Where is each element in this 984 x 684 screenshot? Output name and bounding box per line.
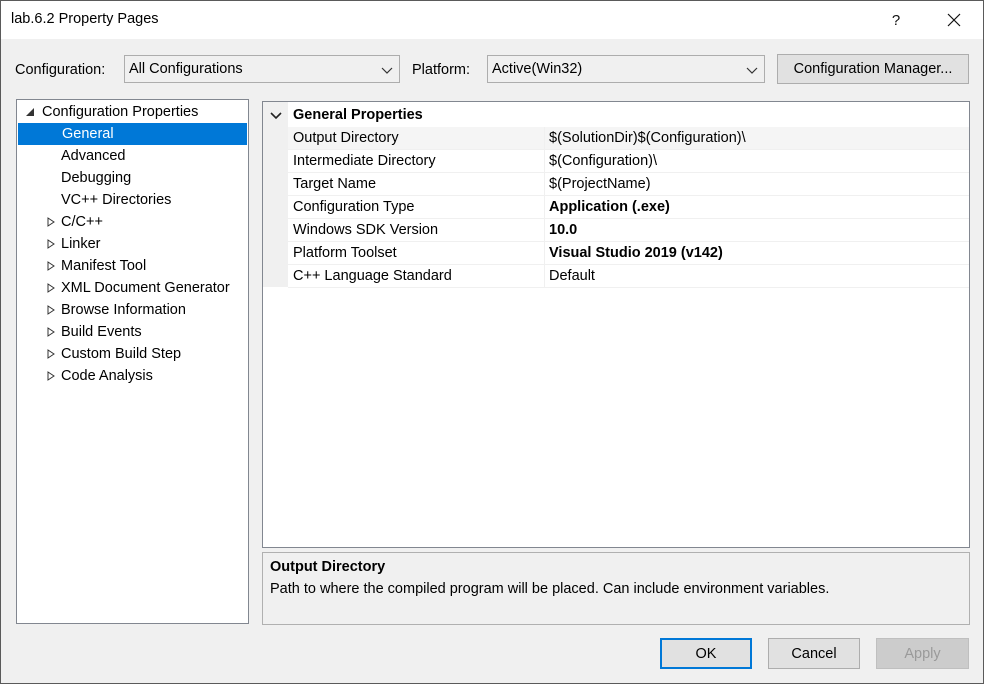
property-name: C++ Language Standard (293, 268, 452, 284)
tree-item-label: General (62, 126, 114, 142)
property-value[interactable]: $(Configuration)\ (549, 153, 657, 169)
tree-item-label: XML Document Generator (61, 280, 230, 296)
column-divider (544, 150, 545, 172)
property-row[interactable]: C++ Language Standard Default (288, 265, 969, 288)
column-divider (544, 219, 545, 241)
description-panel: Output Directory Path to where the compi… (262, 552, 970, 625)
ok-button[interactable]: OK (660, 638, 752, 669)
tree-item[interactable]: Browse Information (17, 299, 248, 321)
tree-item[interactable]: General (18, 123, 247, 145)
property-row[interactable]: Windows SDK Version 10.0 (288, 219, 969, 242)
close-icon (947, 13, 961, 27)
expanded-chevron-icon (270, 112, 282, 120)
property-name: Target Name (293, 176, 377, 192)
help-icon: ? (891, 11, 901, 29)
property-value[interactable]: Visual Studio 2019 (v142) (549, 245, 723, 261)
property-name: Windows SDK Version (293, 222, 439, 238)
grid-gutter (263, 102, 288, 287)
column-divider (544, 127, 545, 149)
expand-triangle-icon (47, 261, 55, 271)
column-divider (544, 265, 545, 287)
column-divider (544, 196, 545, 218)
property-name: Output Directory (293, 130, 399, 146)
configuration-value: All Configurations (129, 61, 243, 77)
tree-item-label: Advanced (61, 148, 126, 164)
configuration-dropdown[interactable]: All Configurations (124, 55, 400, 83)
chevron-down-icon (381, 67, 393, 74)
tree-item-label: Debugging (61, 170, 132, 186)
title-bar: lab.6.2 Property Pages ? (1, 1, 983, 39)
property-row[interactable]: Configuration Type Application (.exe) (288, 196, 969, 219)
tree-item[interactable]: Manifest Tool (17, 255, 248, 277)
property-value[interactable]: 10.0 (549, 222, 577, 238)
window-title: lab.6.2 Property Pages (11, 11, 159, 27)
property-row[interactable]: Target Name $(ProjectName) (288, 173, 969, 196)
column-divider (544, 173, 545, 195)
tree-item[interactable]: Debugging (17, 167, 248, 189)
tree-root-configuration-properties[interactable]: Configuration Properties (17, 101, 248, 123)
platform-value: Active(Win32) (492, 61, 583, 77)
tree-item-label: Code Analysis (61, 368, 153, 384)
collapse-triangle-icon (26, 108, 34, 116)
property-value[interactable]: Application (.exe) (549, 199, 670, 215)
tree-item-label: Manifest Tool (61, 258, 147, 274)
configuration-manager-button[interactable]: Configuration Manager... (777, 54, 969, 84)
cancel-button[interactable]: Cancel (768, 638, 860, 669)
property-name: Intermediate Directory (293, 153, 436, 169)
tree-item-label: Custom Build Step (61, 346, 182, 362)
apply-button[interactable]: Apply (876, 638, 969, 669)
configuration-label: Configuration: (15, 62, 106, 78)
description-title: Output Directory (270, 559, 386, 575)
category-label: General Properties (293, 107, 423, 123)
tree-item[interactable]: Advanced (17, 145, 248, 167)
property-pages-dialog: lab.6.2 Property Pages ? Configuration: … (0, 0, 984, 684)
tree-item-label: Browse Information (61, 302, 186, 318)
property-tree: Configuration Properties General Advanced… (16, 99, 249, 624)
expand-triangle-icon (47, 283, 55, 293)
expand-triangle-icon (47, 371, 55, 381)
tree-item-label: VC++ Directories (61, 192, 172, 208)
close-button[interactable] (931, 1, 977, 39)
property-row[interactable]: Output Directory $(SolutionDir)$(Configur… (288, 127, 969, 150)
chevron-down-icon (746, 67, 758, 74)
property-name: Configuration Type (293, 199, 415, 215)
tree-item[interactable]: VC++ Directories (17, 189, 248, 211)
help-button[interactable]: ? (873, 1, 919, 39)
expand-triangle-icon (47, 217, 55, 227)
column-divider (544, 242, 545, 264)
tree-item[interactable]: Linker (17, 233, 248, 255)
property-value[interactable]: $(ProjectName) (549, 176, 651, 192)
tree-item[interactable]: XML Document Generator (17, 277, 248, 299)
expand-triangle-icon (47, 305, 55, 315)
tree-item-label: C/C++ (61, 214, 103, 230)
property-value[interactable]: Default (549, 268, 595, 284)
tree-item[interactable]: Custom Build Step (17, 343, 248, 365)
description-text: Path to where the compiled program will … (270, 581, 830, 597)
tree-item[interactable]: Code Analysis (17, 365, 248, 387)
property-grid: General Properties Output Directory $(Sol… (262, 101, 970, 548)
property-row[interactable]: Intermediate Directory $(Configuration)\ (288, 150, 969, 173)
platform-dropdown[interactable]: Active(Win32) (487, 55, 765, 83)
tree-root-label: Configuration Properties (42, 104, 199, 120)
property-value[interactable]: $(SolutionDir)$(Configuration)\ (549, 130, 746, 146)
expand-triangle-icon (47, 327, 55, 337)
expand-triangle-icon (47, 239, 55, 249)
property-name: Platform Toolset (293, 245, 397, 261)
property-row[interactable]: Platform Toolset Visual Studio 2019 (v142… (288, 242, 969, 265)
tree-item-label: Linker (61, 236, 101, 252)
platform-label: Platform: (412, 62, 471, 78)
category-general-properties[interactable]: General Properties (263, 104, 969, 127)
tree-item-label: Build Events (61, 324, 142, 340)
tree-item[interactable]: Build Events (17, 321, 248, 343)
tree-item[interactable]: C/C++ (17, 211, 248, 233)
expand-triangle-icon (47, 349, 55, 359)
